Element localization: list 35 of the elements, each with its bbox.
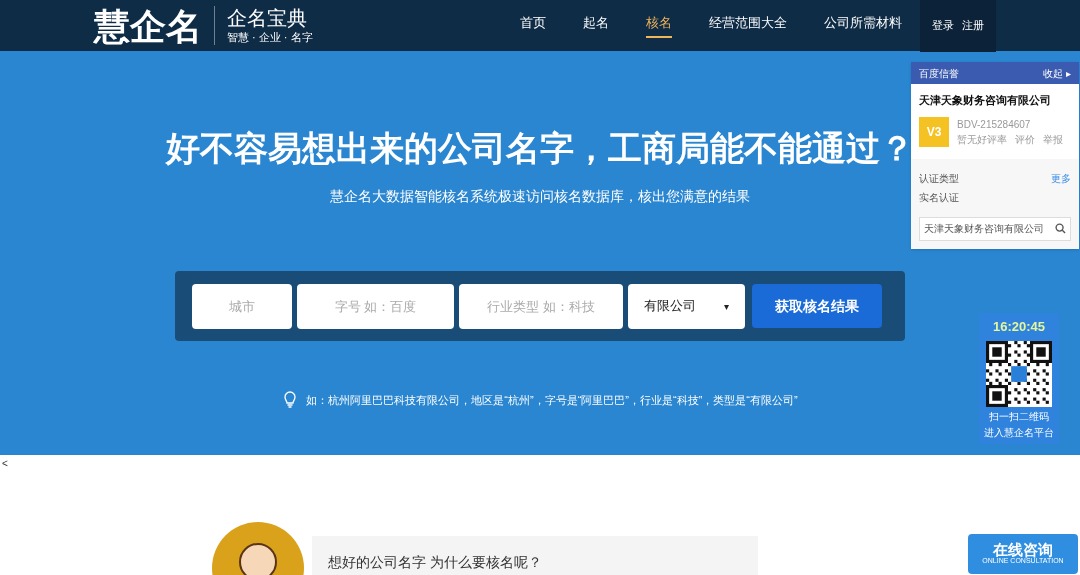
cert-type-label: 认证类型 — [919, 171, 959, 186]
auth-link[interactable]: 登录 — [932, 17, 954, 34]
lightbulb-icon — [282, 391, 299, 409]
qr-caption: 扫一扫二维码 — [989, 410, 1049, 423]
nav-link[interactable]: 起名 — [583, 12, 609, 39]
brand-label: 百度信誉 — [919, 66, 959, 81]
logo-tagline: 智慧 · 企业 · 名字 — [227, 31, 313, 45]
clock-time: 16:20:45 — [992, 318, 1045, 336]
logo[interactable]: 慧企名 — [94, 7, 202, 44]
previous-arrow[interactable]: < — [2, 456, 8, 471]
chat-question: 想好的公司名字 为什么要核名呢？ — [328, 553, 543, 572]
input-field[interactable]: 行业类型 如：科技 — [459, 283, 623, 329]
logo-subtitle: 企名宝典 — [227, 6, 308, 32]
nav-link[interactable]: 首页 — [520, 12, 546, 39]
input-field[interactable]: 字号 如：百度 — [297, 283, 454, 329]
auth-link[interactable]: 注册 — [962, 17, 984, 34]
search-field[interactable]: 天津天象财务咨询有限公司 — [919, 216, 1071, 241]
hero-title: 好不容易想出来的公司名字，工商局能不能通过？ — [166, 128, 914, 169]
certificate-code: BDV-215284607 — [957, 117, 1032, 132]
nav-link[interactable]: 经营范围大全 — [709, 12, 787, 39]
review-rate: 暂无好评率 — [957, 132, 1007, 147]
submit-button[interactable]: 获取核名结果 — [752, 284, 882, 328]
qr-caption: 进入慧企名平台 — [984, 427, 1054, 440]
example-hint: 如：杭州阿里巴巴科技有限公司，地区是“杭州”，字号是“阿里巴巴”，行业是“科技”，类型是“有限公司” — [306, 392, 798, 408]
input-field[interactable]: 城市 — [192, 283, 292, 329]
nav-link[interactable]: 核名 — [646, 12, 672, 39]
qr-code-icon — [986, 340, 1052, 407]
company-name: 天津天象财务咨询有限公司 — [919, 93, 1052, 108]
level-badge: V3 — [919, 116, 949, 147]
search-icon[interactable] — [1055, 223, 1066, 234]
nav-link[interactable]: 公司所需材料 — [824, 12, 902, 39]
company-type-select[interactable]: 有限公司 ▾ — [628, 283, 745, 329]
collapse-link[interactable]: 收起 ▸ — [1043, 65, 1071, 81]
hero-subtitle: 慧企名大数据智能核名系统极速访问核名数据库，核出您满意的结果 — [330, 187, 750, 206]
cert-type-value: 实名认证 — [919, 190, 960, 205]
